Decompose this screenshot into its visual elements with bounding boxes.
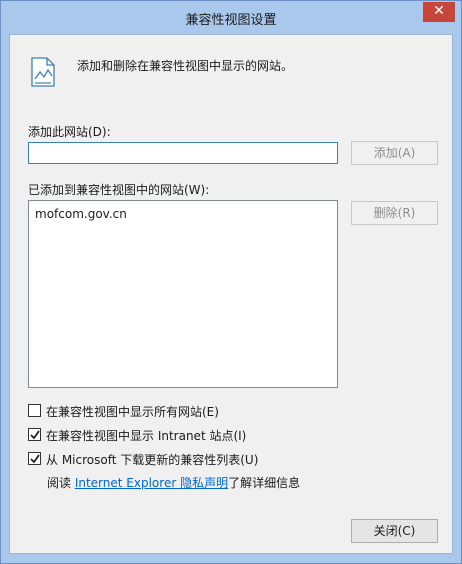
show-all-sites-label: 在兼容性视图中显示所有网站(E) bbox=[46, 405, 219, 419]
add-button[interactable]: 添加(A) bbox=[351, 141, 438, 165]
add-site-label: 添加此网站(D): bbox=[28, 125, 111, 139]
download-list-checkbox[interactable] bbox=[28, 452, 41, 465]
show-all-sites-checkbox[interactable] bbox=[28, 404, 41, 417]
privacy-prefix: 阅读 bbox=[47, 476, 75, 490]
list-item[interactable]: mofcom.gov.cn bbox=[35, 207, 127, 221]
window-title: 兼容性视图设置 bbox=[185, 13, 277, 28]
info-text: 添加和删除在兼容性视图中显示的网站。 bbox=[77, 59, 294, 73]
download-list-label: 从 Microsoft 下载更新的兼容性列表(U) bbox=[46, 453, 259, 467]
dialog-client: 添加和删除在兼容性视图中显示的网站。 添加此网站(D): 添加(A) 已添加到兼… bbox=[9, 34, 453, 554]
title-bar[interactable]: 兼容性视图设置 ✕ bbox=[1, 1, 461, 34]
privacy-suffix: 了解详细信息 bbox=[228, 476, 301, 490]
page-icon bbox=[31, 57, 55, 87]
intranet-sites-checkbox[interactable] bbox=[28, 428, 41, 441]
checkmark-icon bbox=[30, 454, 40, 464]
add-site-input[interactable] bbox=[28, 142, 338, 164]
close-window-button[interactable]: ✕ bbox=[423, 2, 455, 22]
privacy-statement-link[interactable]: Internet Explorer 隐私声明 bbox=[75, 476, 228, 490]
added-sites-list[interactable]: mofcom.gov.cn bbox=[28, 200, 338, 388]
added-sites-label: 已添加到兼容性视图中的网站(W): bbox=[28, 183, 210, 197]
privacy-row: 阅读 Internet Explorer 隐私声明了解详细信息 bbox=[47, 474, 300, 491]
intranet-sites-label: 在兼容性视图中显示 Intranet 站点(I) bbox=[46, 429, 247, 443]
close-button[interactable]: 关闭(C) bbox=[351, 519, 438, 543]
remove-button[interactable]: 删除(R) bbox=[351, 201, 438, 225]
checkmark-icon bbox=[30, 430, 40, 440]
dialog-window: 兼容性视图设置 ✕ 添加和删除在兼容性视图中显示的网站。 添加此网站(D): 添… bbox=[0, 0, 462, 564]
